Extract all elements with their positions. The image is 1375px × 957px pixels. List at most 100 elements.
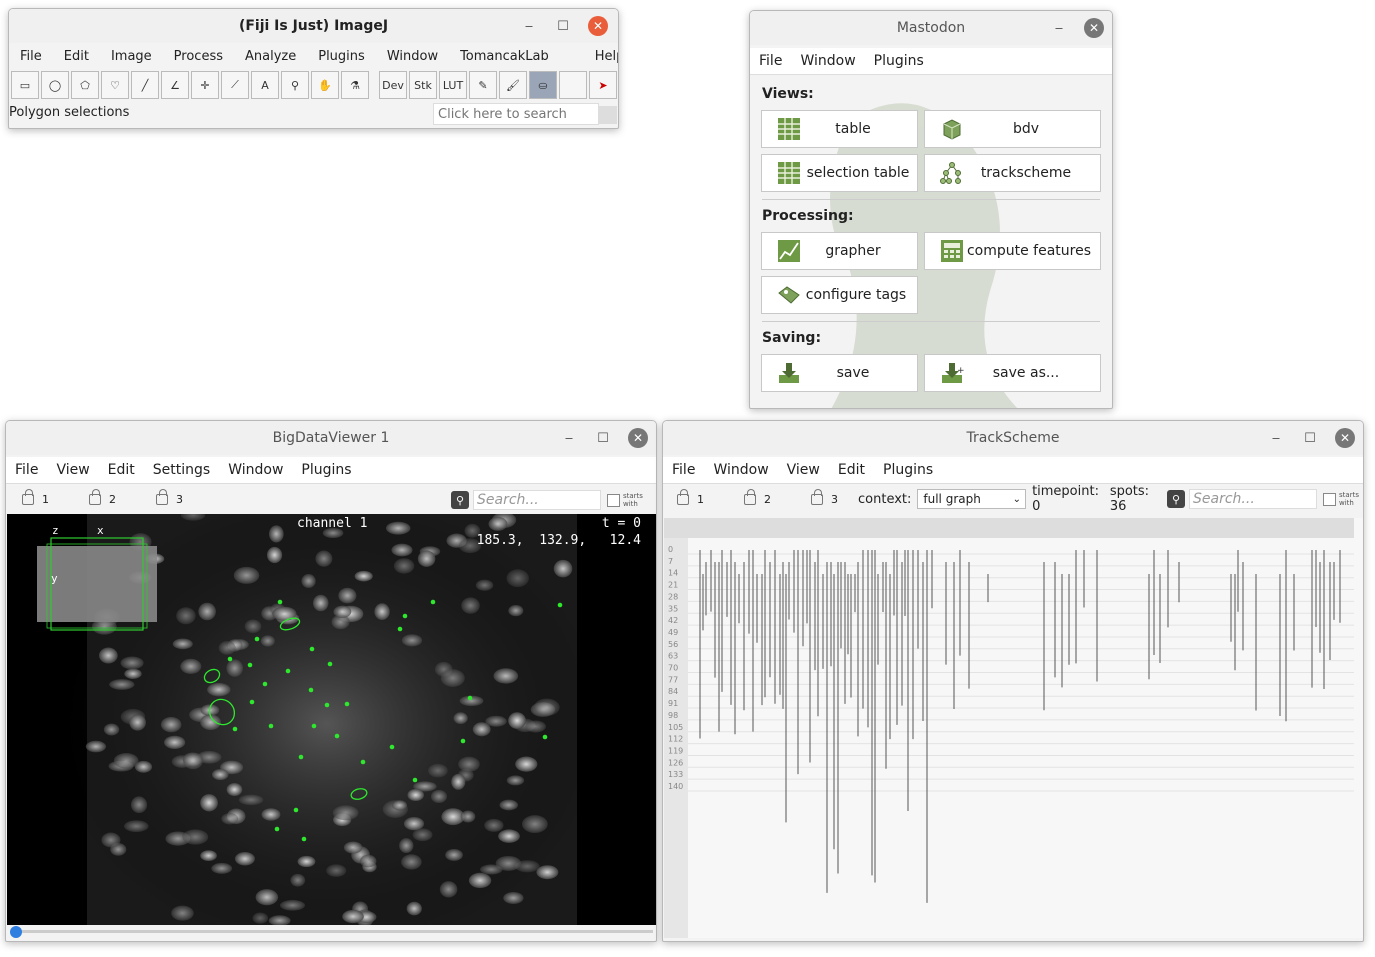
time-slider-knob[interactable] bbox=[10, 926, 22, 938]
close-icon[interactable]: ✕ bbox=[628, 428, 648, 448]
bdv-search-input[interactable]: Search... bbox=[473, 490, 601, 510]
menu-edit[interactable]: Edit bbox=[99, 462, 144, 478]
menu-window[interactable]: Window bbox=[219, 462, 292, 478]
hand-tool-icon[interactable]: ✋ bbox=[311, 71, 339, 99]
trackscheme-titlebar[interactable]: TrackScheme bbox=[663, 421, 1363, 455]
dev-tool[interactable]: Dev bbox=[379, 71, 407, 99]
menu-tomancaklab[interactable]: TomancakLab bbox=[449, 49, 560, 64]
spot-marker[interactable] bbox=[311, 723, 317, 729]
lock-2[interactable]: 2 bbox=[89, 488, 116, 506]
brush-tool-icon[interactable]: 🖌 bbox=[499, 71, 527, 99]
spot-marker[interactable] bbox=[308, 687, 314, 693]
configure-tags-button[interactable]: configure tags bbox=[761, 276, 918, 314]
search-icon[interactable]: ⚲ bbox=[451, 491, 469, 509]
menu-view[interactable]: View bbox=[47, 462, 98, 478]
starts-with-checkbox[interactable] bbox=[607, 493, 620, 507]
close-icon[interactable]: ✕ bbox=[1335, 428, 1355, 448]
menu-file[interactable]: File bbox=[9, 49, 53, 64]
imagej-search-input[interactable] bbox=[433, 103, 599, 125]
polygon-tool-icon[interactable]: ⬠ bbox=[71, 71, 99, 99]
lock-1[interactable]: 1 bbox=[677, 488, 704, 506]
menu-plugins[interactable]: Plugins bbox=[874, 462, 942, 478]
spot-marker[interactable] bbox=[360, 759, 366, 765]
compute-features-button[interactable]: compute features bbox=[924, 232, 1101, 270]
pencil-tool-icon[interactable]: ✎ bbox=[469, 71, 497, 99]
context-dropdown[interactable]: full graph ⌄ bbox=[917, 489, 1027, 509]
menu-edit[interactable]: Edit bbox=[53, 49, 100, 64]
trackscheme-button[interactable]: trackscheme bbox=[924, 154, 1101, 192]
spot-marker[interactable] bbox=[467, 695, 473, 701]
spot-marker[interactable] bbox=[262, 681, 268, 687]
menu-window[interactable]: Window bbox=[376, 49, 449, 64]
menu-plugins[interactable]: Plugins bbox=[865, 53, 933, 69]
wand-tool-icon[interactable]: ⟋ bbox=[221, 71, 249, 99]
maximize-icon[interactable]: ☐ bbox=[594, 429, 612, 447]
spot-marker[interactable] bbox=[285, 668, 291, 674]
search-icon[interactable]: ⚲ bbox=[1167, 490, 1186, 508]
menu-file[interactable]: File bbox=[663, 462, 704, 478]
empty-tool-slot[interactable] bbox=[559, 71, 587, 99]
maximize-icon[interactable]: ☐ bbox=[1301, 429, 1319, 447]
spot-marker[interactable] bbox=[232, 726, 238, 732]
minimize-icon[interactable]: ‒ bbox=[560, 429, 578, 447]
lock-1[interactable]: 1 bbox=[22, 488, 49, 506]
spot-marker[interactable] bbox=[389, 744, 395, 750]
lock-3[interactable]: 3 bbox=[811, 488, 838, 506]
menu-window[interactable]: Window bbox=[791, 53, 864, 69]
starts-with-toggle[interactable]: starts with bbox=[1323, 491, 1363, 507]
lock-3[interactable]: 3 bbox=[156, 488, 183, 506]
bdv-button[interactable]: bdv bbox=[924, 110, 1101, 148]
menu-image[interactable]: Image bbox=[100, 49, 163, 64]
menu-file[interactable]: File bbox=[6, 462, 47, 478]
spot-marker[interactable] bbox=[430, 599, 436, 605]
menu-settings[interactable]: Settings bbox=[144, 462, 219, 478]
lock-2[interactable]: 2 bbox=[744, 488, 771, 506]
menu-view[interactable]: View bbox=[778, 462, 829, 478]
lut-tool[interactable]: LUT bbox=[439, 71, 467, 99]
oval-tool-icon[interactable]: ◯ bbox=[41, 71, 69, 99]
table-button[interactable]: table bbox=[761, 110, 918, 148]
spot-marker[interactable] bbox=[254, 636, 260, 642]
spot-marker[interactable] bbox=[249, 699, 255, 705]
close-icon[interactable]: ✕ bbox=[1084, 18, 1104, 38]
dropper-tool-icon[interactable]: ⚗ bbox=[341, 71, 369, 99]
menu-process[interactable]: Process bbox=[163, 49, 234, 64]
menu-file[interactable]: File bbox=[750, 53, 791, 69]
spot-marker[interactable] bbox=[327, 661, 333, 667]
close-icon[interactable]: ✕ bbox=[588, 16, 608, 36]
spot-marker[interactable] bbox=[309, 646, 315, 652]
spot-marker[interactable] bbox=[402, 613, 408, 619]
save-as-button[interactable]: + save as... bbox=[924, 354, 1101, 392]
spot-marker[interactable] bbox=[324, 702, 330, 708]
flood-fill-tool-icon[interactable]: ⛀ bbox=[529, 71, 557, 99]
line-tool-icon[interactable]: ╱ bbox=[131, 71, 159, 99]
trackscheme-canvas[interactable]: 0 7 14 21 28 35 42 49 56 63 70 77 84 91 98 105 112 119 126… bbox=[664, 518, 1363, 938]
maximize-icon[interactable]: ☐ bbox=[554, 17, 572, 35]
bdv-titlebar[interactable]: BigDataViewer 1 bbox=[6, 421, 656, 455]
stk-tool[interactable]: Stk bbox=[409, 71, 437, 99]
spot-marker[interactable] bbox=[293, 807, 299, 813]
grapher-button[interactable]: grapher bbox=[761, 232, 918, 270]
more-tools-icon[interactable]: ➤ bbox=[589, 71, 617, 99]
spot-marker[interactable] bbox=[268, 723, 274, 729]
spot-marker[interactable] bbox=[274, 826, 280, 832]
spot-marker[interactable] bbox=[301, 836, 307, 842]
minimize-icon[interactable]: ‒ bbox=[1050, 19, 1068, 37]
menu-edit[interactable]: Edit bbox=[829, 462, 874, 478]
ts-search-input[interactable]: Search... bbox=[1189, 489, 1318, 509]
imagej-search-options[interactable] bbox=[599, 106, 617, 124]
time-slider-track[interactable] bbox=[11, 930, 653, 933]
angle-tool-icon[interactable]: ∠ bbox=[161, 71, 189, 99]
spot-marker[interactable] bbox=[412, 777, 418, 783]
spot-marker[interactable] bbox=[344, 701, 350, 707]
menu-plugins[interactable]: Plugins bbox=[292, 462, 360, 478]
minimize-icon[interactable]: ‒ bbox=[1267, 429, 1285, 447]
point-tool-icon[interactable]: ✛ bbox=[191, 71, 219, 99]
spot-marker[interactable] bbox=[460, 738, 466, 744]
selection-table-button[interactable]: selection table bbox=[761, 154, 918, 192]
freehand-tool-icon[interactable]: ♡ bbox=[101, 71, 129, 99]
rectangle-tool-icon[interactable]: ▭ bbox=[11, 71, 39, 99]
spot-marker[interactable] bbox=[298, 754, 304, 760]
spot-marker[interactable] bbox=[247, 662, 253, 668]
starts-with-toggle[interactable]: starts with bbox=[607, 492, 647, 508]
